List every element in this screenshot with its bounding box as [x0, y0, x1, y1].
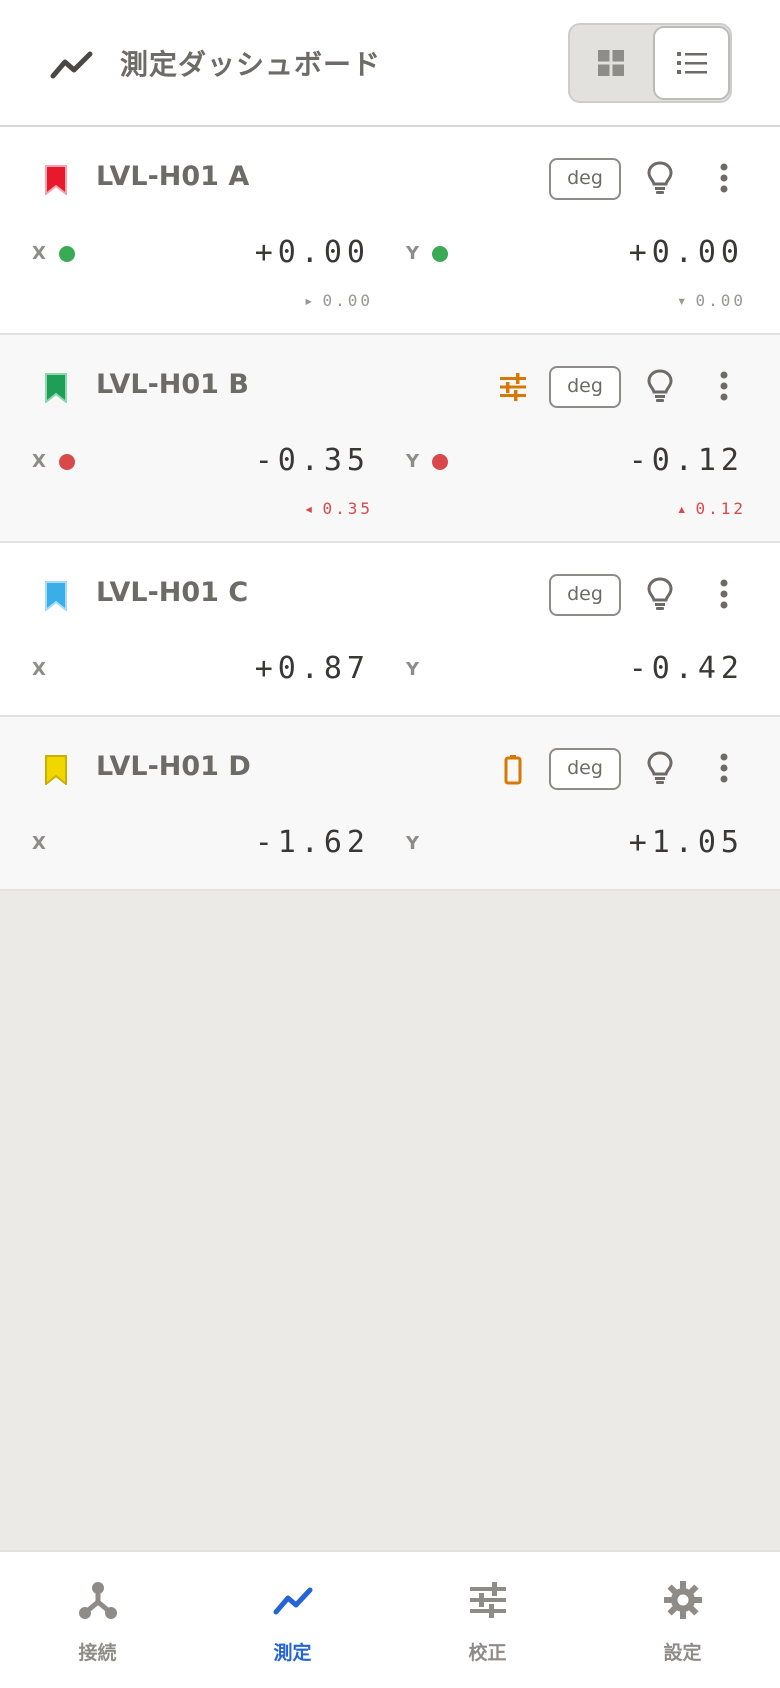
x-delta: ◂ 0.35 — [303, 499, 373, 518]
sensor-name: LVL-H01 A — [96, 161, 250, 192]
y-axis-label: Y — [406, 243, 420, 264]
more-vert-icon[interactable] — [714, 369, 734, 403]
nav-item-connection[interactable]: 接続 — [0, 1552, 195, 1688]
x-value: +0.87 — [254, 651, 370, 686]
lightbulb-icon[interactable] — [646, 576, 674, 612]
nav-label: 校正 — [468, 1642, 507, 1664]
view-toggle — [568, 23, 732, 103]
nav-item-measurement[interactable]: 測定 — [195, 1552, 390, 1688]
y-axis-label: Y — [406, 659, 420, 680]
y-axis-label: Y — [406, 451, 420, 472]
list-view-button[interactable] — [653, 26, 730, 100]
nav-label: 設定 — [663, 1642, 702, 1664]
unit-button[interactable]: deg — [549, 574, 621, 616]
more-vert-icon[interactable] — [714, 577, 734, 611]
list-icon — [676, 52, 707, 74]
sensor-name: LVL-H01 C — [96, 577, 249, 608]
y-status-dot — [432, 246, 448, 262]
unit-button[interactable]: deg — [549, 158, 621, 200]
y-value: +1.05 — [628, 825, 744, 860]
battery-icon — [504, 755, 522, 785]
page-title: 測定ダッシュボード — [120, 48, 382, 81]
lightbulb-icon[interactable] — [646, 368, 674, 404]
bottom-nav: 接続 測定 校正 設定 — [0, 1550, 780, 1688]
y-value: -0.12 — [628, 443, 744, 478]
trending-line-icon — [50, 51, 93, 79]
nav-item-settings[interactable]: 設定 — [585, 1552, 780, 1688]
sensor-card[interactable]: LVL-H01 D deg X -1.62 Y +1.05 — [0, 717, 780, 891]
nav-item-calibration[interactable]: 校正 — [390, 1552, 585, 1688]
more-vert-icon[interactable] — [714, 161, 734, 195]
x-axis-label: X — [32, 833, 46, 854]
bookmark-blue-icon — [45, 581, 67, 611]
app-header: 測定ダッシュボード — [0, 0, 780, 127]
y-value: -0.42 — [628, 651, 744, 686]
sensor-card[interactable]: LVL-H01 C deg X +0.87 Y -0.42 — [0, 543, 780, 717]
sensor-name: LVL-H01 B — [96, 369, 249, 400]
tune-icon — [470, 1582, 506, 1618]
caret-left-icon: ◂ — [303, 499, 317, 518]
x-value: +0.00 — [254, 235, 370, 270]
x-status-dot — [59, 246, 75, 262]
bookmark-yellow-icon — [45, 755, 67, 785]
x-axis-label: X — [32, 659, 46, 680]
x-axis-label: X — [32, 243, 46, 264]
bookmark-green-icon — [45, 373, 67, 403]
lightbulb-icon[interactable] — [646, 160, 674, 196]
unit-button[interactable]: deg — [549, 366, 621, 408]
sensor-card[interactable]: LVL-H01 B deg X -0.35 ◂ 0.35 Y -0.12 ▴ 0.1… — [0, 335, 780, 543]
x-axis-label: X — [32, 451, 46, 472]
grid-view-button[interactable] — [570, 25, 652, 101]
nav-label: 測定 — [273, 1642, 312, 1664]
nav-label: 接続 — [78, 1642, 117, 1664]
caret-down-icon: ▾ — [676, 291, 690, 310]
x-value: -0.35 — [254, 443, 370, 478]
tune-icon — [500, 373, 526, 401]
grid-icon — [598, 50, 624, 76]
unit-button[interactable]: deg — [549, 748, 621, 790]
y-delta: ▾ 0.00 — [676, 291, 746, 310]
more-vert-icon[interactable] — [714, 751, 734, 785]
x-value: -1.62 — [254, 825, 370, 860]
bookmark-red-icon — [45, 165, 67, 195]
connection-icon — [79, 1582, 117, 1619]
trending-line-icon — [273, 1587, 313, 1615]
sensor-name: LVL-H01 D — [96, 751, 251, 782]
y-delta: ▴ 0.12 — [676, 499, 746, 518]
app-root: 測定ダッシュボード LVL-H01 A deg X +0.00 ▸ 0.00 Y… — [0, 0, 780, 1688]
caret-up-icon: ▴ — [676, 499, 690, 518]
y-axis-label: Y — [406, 833, 420, 854]
sensor-card[interactable]: LVL-H01 A deg X +0.00 ▸ 0.00 Y +0.00 ▾ 0.0… — [0, 127, 780, 335]
lightbulb-icon[interactable] — [646, 750, 674, 786]
y-status-dot — [432, 454, 448, 470]
y-value: +0.00 — [628, 235, 744, 270]
x-delta: ▸ 0.00 — [303, 291, 373, 310]
x-status-dot — [59, 454, 75, 470]
gear-icon — [664, 1581, 702, 1619]
caret-right-icon: ▸ — [303, 291, 317, 310]
